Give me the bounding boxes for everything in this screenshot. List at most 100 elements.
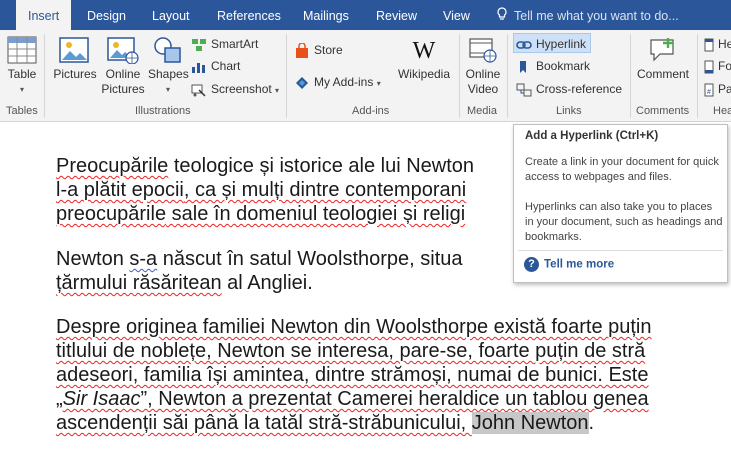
- online-picture-icon: [107, 37, 139, 64]
- paragraph-line[interactable]: Newton s-a născut în satul Woolsthorpe, …: [56, 247, 463, 271]
- misspelled-word[interactable]: Preocupările: [56, 155, 168, 177]
- hyperlink-tooltip: Add a Hyperlink (Ctrl+K) Create a link i…: [513, 124, 728, 283]
- store-button[interactable]: Store: [294, 40, 343, 60]
- bookmark-button[interactable]: Bookmark: [516, 56, 590, 76]
- chevron-down-icon: ▾: [165, 85, 170, 94]
- shapes-icon: [154, 37, 181, 63]
- group-label-comments: Comments: [636, 105, 690, 117]
- paragraph-line[interactable]: titlului de noblețe, Newton se interesa,…: [56, 339, 645, 363]
- paragraph-line[interactable]: l-a plătit epocii, ca și mulți dintre co…: [56, 178, 466, 202]
- text-run: teologice și istorice ale lui Newton: [168, 155, 474, 177]
- online-video-label-2: Video: [467, 82, 499, 96]
- text-run: „: [56, 388, 63, 410]
- screenshot-label: Screenshot: [211, 82, 272, 96]
- chart-label: Chart: [211, 59, 241, 73]
- hyperlink-button[interactable]: Hyperlink: [513, 33, 592, 53]
- grammar-flag[interactable]: s-a: [129, 248, 157, 270]
- tab-layout[interactable]: Layout: [152, 0, 190, 30]
- ribbon: Table ▾ Tables Pictures Online Pictures …: [0, 30, 731, 122]
- header-icon: [704, 38, 714, 52]
- tell-me-search[interactable]: Tell me what you want to do...: [496, 0, 679, 30]
- pictures-button[interactable]: Pictures: [52, 30, 98, 82]
- svg-text:W: W: [413, 38, 436, 64]
- group-divider: [286, 34, 287, 118]
- tab-mailings[interactable]: Mailings: [303, 0, 349, 30]
- page-number-button[interactable]: # Pa: [704, 79, 731, 99]
- online-pictures-label-2: Pictures: [101, 82, 145, 96]
- footer-button[interactable]: Fo: [704, 56, 731, 76]
- selected-text[interactable]: John Newton: [471, 412, 589, 434]
- table-icon: [7, 36, 37, 64]
- misspelled-word[interactable]: țărmului răsăritean: [56, 272, 222, 294]
- group-divider: [507, 34, 508, 118]
- misspelled-word[interactable]: preocupările: [56, 203, 166, 225]
- tell-me-more-link[interactable]: ? Tell me more: [524, 257, 614, 272]
- store-icon: [296, 42, 308, 58]
- paragraph-line[interactable]: preocupările sale în domeniul teologiei …: [56, 202, 465, 226]
- cross-reference-label: Cross-reference: [536, 82, 623, 96]
- hyperlink-label: Hyperlink: [536, 37, 587, 51]
- group-divider: [44, 34, 45, 118]
- cross-reference-button[interactable]: Cross-reference: [516, 79, 622, 99]
- tab-view[interactable]: View: [443, 0, 470, 30]
- group-divider: [630, 34, 631, 118]
- smartart-button[interactable]: SmartArt: [191, 34, 258, 54]
- misspelled-word[interactable]: l-a plătit epocii: [56, 179, 184, 201]
- table-button[interactable]: Table ▾: [4, 30, 40, 97]
- wikipedia-label: Wikipedia: [397, 67, 451, 81]
- paragraph-line[interactable]: adeseori, familia își amintea, dintre st…: [56, 363, 649, 387]
- text-run: ”, Newton a prezentat Camerei heraldice …: [140, 388, 649, 410]
- chevron-down-icon: ▾: [376, 79, 381, 88]
- text-run: al Angliei.: [221, 272, 313, 294]
- help-icon: ?: [524, 257, 539, 272]
- text-run: .: [588, 412, 595, 434]
- tooltip-divider: [518, 250, 723, 251]
- wikipedia-button[interactable]: W Wikipedia: [396, 30, 452, 82]
- online-video-icon: [469, 38, 497, 63]
- picture-icon: [59, 37, 89, 63]
- cross-reference-icon: [516, 83, 532, 97]
- screenshot-icon: [191, 84, 206, 97]
- comment-button[interactable]: Comment: [634, 30, 692, 82]
- chevron-down-icon: ▾: [275, 86, 280, 95]
- paragraph-line[interactable]: ascendenții săi până la tatăl stră-străb…: [56, 411, 594, 435]
- lightbulb-icon: [496, 1, 512, 33]
- online-pictures-button[interactable]: Online Pictures: [100, 30, 146, 97]
- chevron-down-icon: ▾: [19, 85, 24, 94]
- group-label-links: Links: [556, 105, 582, 117]
- addins-icon: [296, 76, 308, 89]
- svg-text:#: #: [707, 89, 711, 96]
- group-label-media: Media: [467, 105, 497, 117]
- group-divider: [459, 34, 460, 118]
- hyperlink-icon: [516, 41, 532, 49]
- text-run: născut în satul Woolsthorpe, situa: [157, 248, 463, 270]
- chart-button[interactable]: Chart: [191, 56, 240, 76]
- header-button[interactable]: He: [704, 34, 731, 54]
- page-number-label: Pa: [718, 82, 731, 96]
- tab-references[interactable]: References: [217, 0, 281, 30]
- shapes-button[interactable]: Shapes ▾: [148, 30, 189, 97]
- tab-design[interactable]: Design: [87, 0, 126, 30]
- paragraph-line[interactable]: țărmului răsăritean al Angliei.: [56, 271, 313, 295]
- italic-run: Sir Isaac: [62, 388, 141, 410]
- paragraph-line[interactable]: „Sir Isaac”, Newton a prezentat Camerei …: [56, 387, 649, 411]
- text-run: sale în domeniul teologiei și religi: [166, 203, 466, 225]
- text-run: Newton: [56, 248, 130, 270]
- my-addins-button[interactable]: My Add-ins ▾: [294, 72, 381, 92]
- paragraph-line[interactable]: Preocupările teologice și istorice ale l…: [56, 154, 474, 178]
- smartart-label: SmartArt: [211, 37, 259, 51]
- pictures-label: Pictures: [53, 67, 97, 81]
- tab-review[interactable]: Review: [376, 0, 417, 30]
- text-run: , ca și mulți dintre contemporani: [183, 179, 467, 201]
- group-label-tables: Tables: [6, 105, 38, 117]
- page-number-icon: #: [704, 83, 714, 97]
- group-label-header-footer: Hea: [713, 105, 731, 117]
- paragraph-line[interactable]: Despre originea familiei Newton din Wool…: [56, 315, 652, 339]
- tell-me-text: Tell me what you want to do...: [514, 9, 679, 23]
- online-video-button[interactable]: Online Video: [462, 30, 504, 97]
- screenshot-button[interactable]: Screenshot ▾: [191, 79, 279, 99]
- shapes-label: Shapes: [148, 67, 189, 81]
- store-label: Store: [314, 43, 343, 57]
- group-divider: [697, 34, 698, 118]
- tab-insert[interactable]: Insert: [16, 0, 72, 30]
